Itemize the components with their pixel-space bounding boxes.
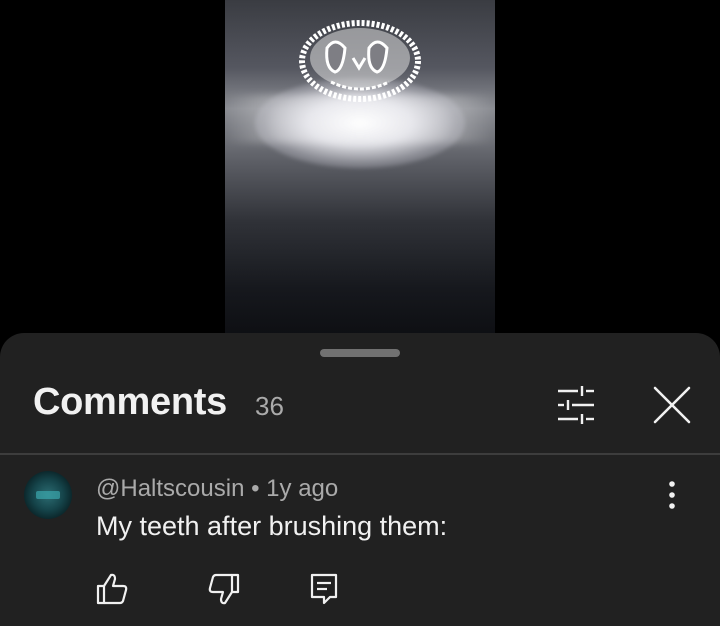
comments-title: Comments [33,381,227,423]
comments-sheet: Comments 36 @Haltscousin • 1y ago My tee… [0,333,720,626]
close-button[interactable] [648,381,696,429]
comment-meta: @Haltscousin • 1y ago [96,475,338,503]
sort-filter-button[interactable] [552,383,600,427]
avatar-mark [36,491,60,499]
comment-more-button[interactable] [652,475,692,515]
screen: Comments 36 @Haltscousin • 1y ago My tee… [0,0,720,626]
dislike-button[interactable] [206,571,242,607]
comment-item: @Haltscousin • 1y ago My teeth after bru… [0,455,720,626]
drag-handle[interactable] [320,349,400,357]
like-button[interactable] [94,571,130,607]
sort-filter-icon [558,386,594,424]
more-vertical-icon [669,481,675,509]
thumbs-up-icon [96,573,128,605]
thumbs-down-icon [208,573,240,605]
comment-time: 1y ago [266,475,339,502]
glowing-face-image [299,20,421,102]
reply-icon [310,573,338,605]
close-icon [653,386,691,424]
comments-count: 36 [255,391,284,421]
comment-text: My teeth after brushing them: [96,511,448,541]
comment-author[interactable]: @Haltscousin [96,475,244,502]
video-player[interactable] [225,0,495,340]
avatar[interactable] [24,471,72,519]
reply-button[interactable] [306,571,342,607]
meta-separator: • [251,475,260,502]
